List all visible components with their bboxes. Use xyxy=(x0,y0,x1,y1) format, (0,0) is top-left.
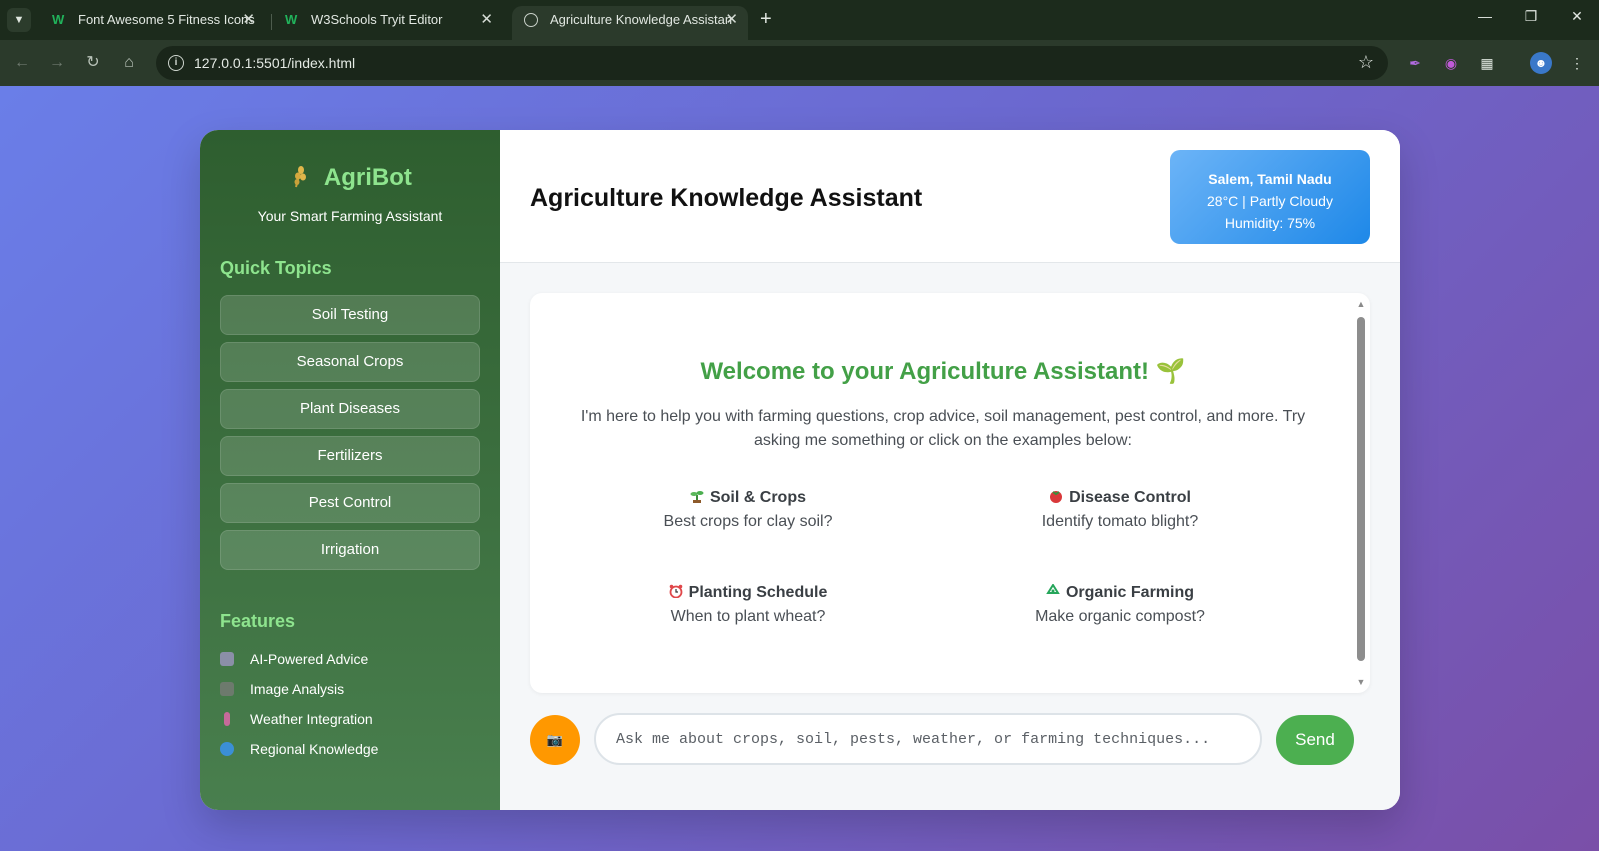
site-info-icon[interactable]: i xyxy=(168,55,184,71)
tab-title: Agriculture Knowledge Assistan xyxy=(550,12,733,27)
topic-button-seasonal-crops[interactable]: Seasonal Crops xyxy=(220,342,480,382)
main-panel: Agriculture Knowledge Assistant Salem, T… xyxy=(500,130,1400,810)
example-text: Identify tomato blight? xyxy=(1041,513,1199,530)
close-tab-icon[interactable]: ✕ xyxy=(725,6,738,34)
page-title: Agriculture Knowledge Assistant xyxy=(530,184,923,212)
topic-button-soil-testing[interactable]: Soil Testing xyxy=(220,295,480,335)
seedling-icon xyxy=(690,491,704,503)
weather-location: Salem, Tamil Nadu xyxy=(1208,171,1332,187)
example-title-text: Soil & Crops xyxy=(709,489,806,506)
scrollbar-thumb[interactable] xyxy=(1357,317,1365,661)
chat-scrollbar[interactable]: ▲ ▼ xyxy=(1356,299,1366,687)
tagline: Your Smart Farming Assistant xyxy=(257,208,443,224)
topic-button-irrigation[interactable]: Irrigation xyxy=(220,530,480,570)
scroll-up-icon[interactable]: ▲ xyxy=(1356,299,1366,309)
bookmark-star-icon[interactable]: ☆ xyxy=(1358,52,1374,73)
topic-button-plant-diseases[interactable]: Plant Diseases xyxy=(220,389,480,429)
back-icon[interactable]: ← xyxy=(12,53,32,73)
weather-card: Salem, Tamil Nadu 28°C | Partly Cloudy H… xyxy=(1170,150,1370,244)
sidebar: AgriBot Your Smart Farming Assistant Qui… xyxy=(200,130,500,810)
camera-icon: 📷 xyxy=(546,732,564,747)
tab-divider xyxy=(271,14,272,30)
browser-tabstrip: ▼ W Font Awesome 5 Fitness Icons ✕ W W3S… xyxy=(0,0,1599,40)
robot-icon xyxy=(220,652,234,666)
example-title-text: Disease Control xyxy=(1069,489,1191,506)
url-text: 127.0.0.1:5501/index.html xyxy=(194,55,356,71)
tab-search-button[interactable]: ▼ xyxy=(7,8,31,32)
input-row: 📷 Send xyxy=(530,713,1370,765)
extensions-puzzle-icon[interactable]: ▦ xyxy=(1476,52,1498,74)
forward-icon[interactable]: → xyxy=(47,53,67,73)
thermometer-icon xyxy=(224,712,230,726)
close-window-icon[interactable]: ✕ xyxy=(1565,8,1589,25)
chat-area: Welcome to your Agriculture Assistant! 🌱… xyxy=(530,293,1370,693)
topic-button-pest-control[interactable]: Pest Control xyxy=(220,483,480,523)
features-heading: Features xyxy=(220,611,296,631)
close-tab-icon[interactable]: ✕ xyxy=(480,6,493,34)
example-title: Organic Farming xyxy=(970,584,1270,602)
browser-toolbar: ← → ↻ ⌂ i 127.0.0.1:5501/index.html ☆ ✒ … xyxy=(0,40,1599,86)
brand-name: AgriBot xyxy=(323,164,412,191)
close-tab-icon[interactable]: ✕ xyxy=(242,6,255,34)
minimize-icon[interactable]: — xyxy=(1473,8,1497,24)
browser-menu-icon[interactable]: ⋮ xyxy=(1566,52,1588,74)
feature-item: Weather Integration xyxy=(220,709,373,729)
restore-icon[interactable]: ❐ xyxy=(1519,8,1543,25)
header: Agriculture Knowledge Assistant Salem, T… xyxy=(500,130,1400,263)
example-title: Disease Control xyxy=(970,489,1270,507)
example-title: Soil & Crops xyxy=(598,489,898,507)
page-background: AgriBot Your Smart Farming Assistant Qui… xyxy=(0,86,1599,851)
example-card-soil-crops[interactable]: Soil & Crops Best crops for clay soil? xyxy=(598,489,898,531)
home-icon[interactable]: ⌂ xyxy=(119,53,139,73)
tomato-icon xyxy=(1050,491,1063,503)
chat-input[interactable] xyxy=(594,713,1262,765)
example-text: When to plant wheat? xyxy=(670,608,826,625)
example-card-disease-control[interactable]: Disease Control Identify tomato blight? xyxy=(970,489,1270,531)
wheat-icon xyxy=(294,166,307,188)
profile-avatar-icon[interactable]: ☻ xyxy=(1530,52,1552,74)
reload-icon[interactable]: ↻ xyxy=(83,53,103,73)
brand: AgriBot xyxy=(200,164,500,192)
send-button[interactable]: Send xyxy=(1276,715,1354,765)
tab-title: W3Schools Tryit Editor xyxy=(311,12,443,27)
browser-tab[interactable]: W W3Schools Tryit Editor ✕ xyxy=(273,6,503,40)
example-card-planting-schedule[interactable]: Planting Schedule When to plant wheat? xyxy=(598,584,898,626)
topic-button-fertilizers[interactable]: Fertilizers xyxy=(220,436,480,476)
feature-item: Regional Knowledge xyxy=(220,739,378,759)
address-bar[interactable]: i 127.0.0.1:5501/index.html ☆ xyxy=(156,46,1388,80)
tab-title: Font Awesome 5 Fitness Icons xyxy=(78,12,255,27)
feature-item: Image Analysis xyxy=(220,679,344,699)
scroll-down-icon[interactable]: ▼ xyxy=(1356,677,1366,687)
browser-tab[interactable]: W Font Awesome 5 Fitness Icons ✕ xyxy=(40,6,265,40)
app-container: AgriBot Your Smart Farming Assistant Qui… xyxy=(200,130,1400,810)
new-tab-button[interactable]: + xyxy=(760,9,772,29)
feature-label: Regional Knowledge xyxy=(250,741,379,757)
welcome-text: I'm here to help you with farming questi… xyxy=(580,408,1306,449)
browser-tab-active[interactable]: Agriculture Knowledge Assistan ✕ xyxy=(512,6,748,40)
example-text: Make organic compost? xyxy=(1035,608,1205,625)
camera-upload-button[interactable]: 📷 xyxy=(530,715,580,765)
example-title-text: Planting Schedule xyxy=(688,584,828,601)
w3schools-icon: W xyxy=(285,12,298,27)
example-card-organic-farming[interactable]: Organic Farming Make organic compost? xyxy=(970,584,1270,626)
welcome-title: Welcome to your Agriculture Assistant! 🌱 xyxy=(700,358,1186,385)
globe-icon xyxy=(524,13,538,27)
quick-topics-heading: Quick Topics xyxy=(220,258,332,278)
globe-icon xyxy=(220,742,234,756)
weather-humidity: Humidity: 75% xyxy=(1224,215,1316,231)
weather-conditions: 28°C | Partly Cloudy xyxy=(1207,193,1333,209)
recycle-icon xyxy=(1046,584,1060,594)
spiral-extension-icon[interactable]: ◉ xyxy=(1440,52,1462,74)
feature-item: AI-Powered Advice xyxy=(220,649,368,669)
feature-label: AI-Powered Advice xyxy=(250,651,369,667)
example-text: Best crops for clay soil? xyxy=(663,513,833,530)
camera-icon xyxy=(220,682,234,696)
feature-label: Weather Integration xyxy=(250,711,373,727)
w3schools-icon: W xyxy=(52,12,65,27)
feather-extension-icon[interactable]: ✒ xyxy=(1404,52,1426,74)
feature-label: Image Analysis xyxy=(250,681,345,697)
example-title-text: Organic Farming xyxy=(1065,584,1195,601)
example-title: Planting Schedule xyxy=(598,584,898,602)
alarm-clock-icon xyxy=(669,584,683,598)
